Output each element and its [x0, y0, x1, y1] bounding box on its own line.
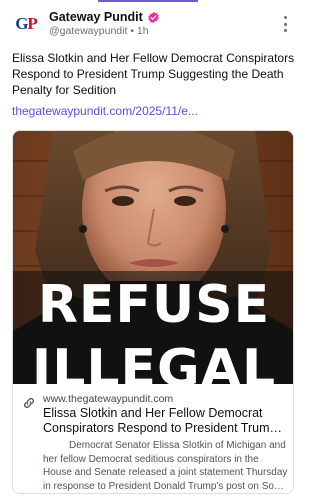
author-handle[interactable]: @gatewaypundit: [49, 25, 127, 37]
post-link[interactable]: thegatewaypundit.com/2025/11/e...: [12, 104, 198, 118]
dot: [283, 22, 287, 26]
card-body[interactable]: www.thegatewaypundit.com Elissa Slotkin …: [13, 384, 293, 493]
post-text: Elissa Slotkin and Her Fellow Democrat C…: [12, 51, 295, 97]
post-timestamp[interactable]: 1h: [137, 25, 149, 37]
post[interactable]: GP Gateway Pundit @gatewaypundit • 1h El…: [0, 0, 306, 500]
dot: [283, 29, 287, 32]
card-domain: www.thegatewaypundit.com: [43, 393, 174, 405]
card-description-line: in response to President Donald Trump's …: [43, 480, 288, 492]
link-preview-card[interactable]: REFUSE ILLEGAL www.thegatewaypundit.com …: [12, 130, 294, 494]
card-description-line: Democrat Senator Elissa Slotkin of Michi…: [69, 440, 286, 451]
author-name-row[interactable]: Gateway Pundit: [49, 10, 160, 24]
verified-badge-icon: [148, 11, 159, 23]
meta-separator: •: [130, 25, 134, 37]
avatar[interactable]: GP: [12, 10, 40, 38]
card-title-line2[interactable]: Conspirators Respond to President Trump …: [43, 421, 288, 436]
more-options-icon[interactable]: [278, 14, 292, 34]
image-caption-line2: ILLEGAL: [31, 339, 277, 384]
card-description: Democrat Senator Elissa Slotkin of Michi…: [43, 439, 288, 493]
card-title-line1[interactable]: Elissa Slotkin and Her Fellow Democrat: [43, 406, 288, 421]
card-description-line: House and Senate released a joint statem…: [43, 467, 288, 478]
link-icon: [24, 398, 34, 408]
author-meta: @gatewaypundit • 1h: [49, 25, 149, 37]
dot: [283, 16, 287, 19]
card-image[interactable]: REFUSE ILLEGAL: [13, 131, 293, 384]
author-name[interactable]: Gateway Pundit: [49, 10, 143, 24]
image-caption-line1: REFUSE: [37, 275, 271, 335]
gateway-pundit-logo: GP: [15, 14, 38, 33]
card-description-line: her fellow Democrat seditious conspirato…: [43, 453, 259, 465]
post-header: GP Gateway Pundit @gatewaypundit • 1h: [12, 8, 298, 38]
